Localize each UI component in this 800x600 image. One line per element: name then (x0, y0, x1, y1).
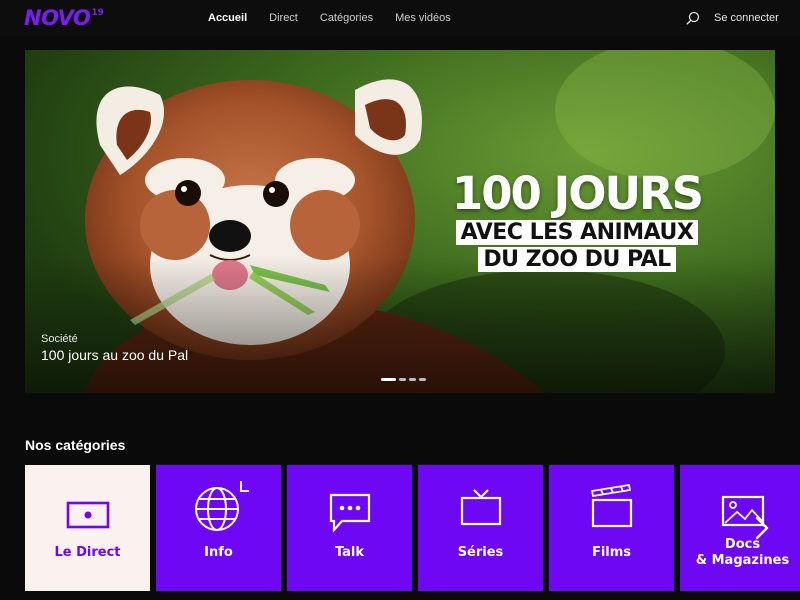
clapperboard-icon (590, 483, 632, 528)
category-label: Films (591, 545, 632, 560)
search-icon[interactable] (686, 11, 700, 25)
category-card-series[interactable]: Séries (418, 465, 543, 591)
hero-title-line-1: AVEC LES ANIMAUX (455, 220, 699, 245)
category-card-docs-magazines[interactable]: Docs & Magazines (680, 465, 800, 591)
chat-bubble-icon (329, 493, 370, 533)
main-nav: Accueil Direct Catégories Mes vidéos (208, 11, 473, 25)
nav-item-mes-videos[interactable]: Mes vidéos (395, 11, 451, 25)
nav-item-accueil[interactable]: Accueil (208, 11, 247, 25)
category-card-films[interactable]: Films (549, 465, 674, 591)
hero-title-big: 100 JOURS (451, 167, 704, 220)
nav-item-categories[interactable]: Catégories (320, 11, 373, 25)
globe-icon (194, 481, 249, 531)
category-card-le-direct[interactable]: Le Direct (25, 465, 150, 591)
hero-category: Société (41, 333, 78, 345)
carousel-dot-1[interactable] (381, 378, 396, 381)
category-card-talk[interactable]: Talk (287, 465, 412, 591)
nav-item-direct[interactable]: Direct (269, 11, 298, 25)
tv-icon (460, 489, 501, 526)
hero-caption: 100 jours au zoo du Pal (41, 347, 189, 363)
categories-row: Le Direct Info Talk Séries Films Docs & … (25, 465, 800, 591)
category-label-line-2: & Magazines (695, 553, 790, 568)
logo-superscript: 19 (91, 8, 104, 18)
hero-title-art: 100 JOURS AVEC LES ANIMAUX DU ZOO DU PAL (427, 170, 727, 272)
login-link[interactable]: Se connecter (714, 11, 779, 25)
chevron-right-icon[interactable] (752, 515, 772, 541)
carousel-indicators (381, 378, 426, 381)
carousel-dot-2[interactable] (399, 378, 406, 381)
carousel-dot-3[interactable] (409, 378, 416, 381)
category-label: Docs & Magazines (680, 537, 800, 569)
category-label: Info (204, 545, 233, 560)
hero-title-line-2: DU ZOO DU PAL (478, 247, 676, 272)
hero-banner[interactable]: 100 JOURS AVEC LES ANIMAUX DU ZOO DU PAL… (25, 50, 775, 393)
logo-text: NOVO (24, 6, 91, 30)
top-bar: NOVO 19 Accueil Direct Catégories Mes vi… (0, 0, 800, 36)
category-label: Talk (334, 545, 365, 560)
categories-heading: Nos catégories (25, 437, 126, 453)
novo19-logo[interactable]: NOVO 19 (24, 6, 104, 30)
live-tv-icon (66, 501, 109, 529)
category-label: Le Direct (54, 545, 121, 560)
carousel-dot-4[interactable] (419, 378, 426, 381)
category-card-info[interactable]: Info (156, 465, 281, 591)
category-label: Séries (457, 545, 504, 560)
